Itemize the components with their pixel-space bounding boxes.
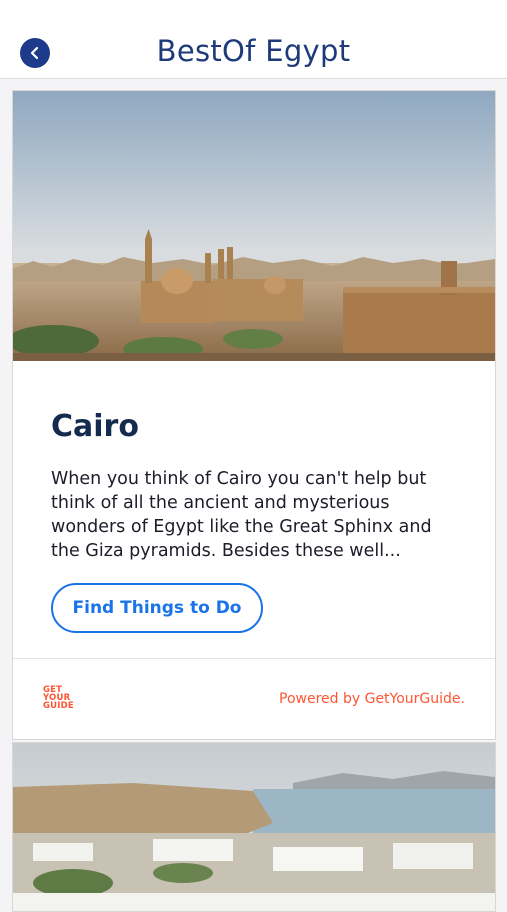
destination-card-next[interactable] [12, 742, 496, 912]
card-footer: GET YOUR GUIDE Powered by GetYourGuide. [13, 658, 495, 740]
destination-description: When you think of Cairo you can't help b… [51, 469, 432, 561]
coastal-photo [13, 743, 495, 911]
find-things-button[interactable]: Find Things to Do [51, 583, 263, 633]
destination-title: Cairo [51, 409, 139, 444]
destination-card[interactable]: Cairo When you think of Cairo you can't … [12, 90, 496, 740]
powered-by-link[interactable]: Powered by GetYourGuide. [279, 691, 465, 707]
page-title: BestOf Egypt [156, 34, 351, 68]
logo-line: GUIDE [43, 701, 74, 711]
app-header: BestOf Egypt [0, 0, 507, 79]
getyourguide-logo: GET YOUR GUIDE [43, 686, 77, 711]
cairo-photo [13, 91, 495, 361]
